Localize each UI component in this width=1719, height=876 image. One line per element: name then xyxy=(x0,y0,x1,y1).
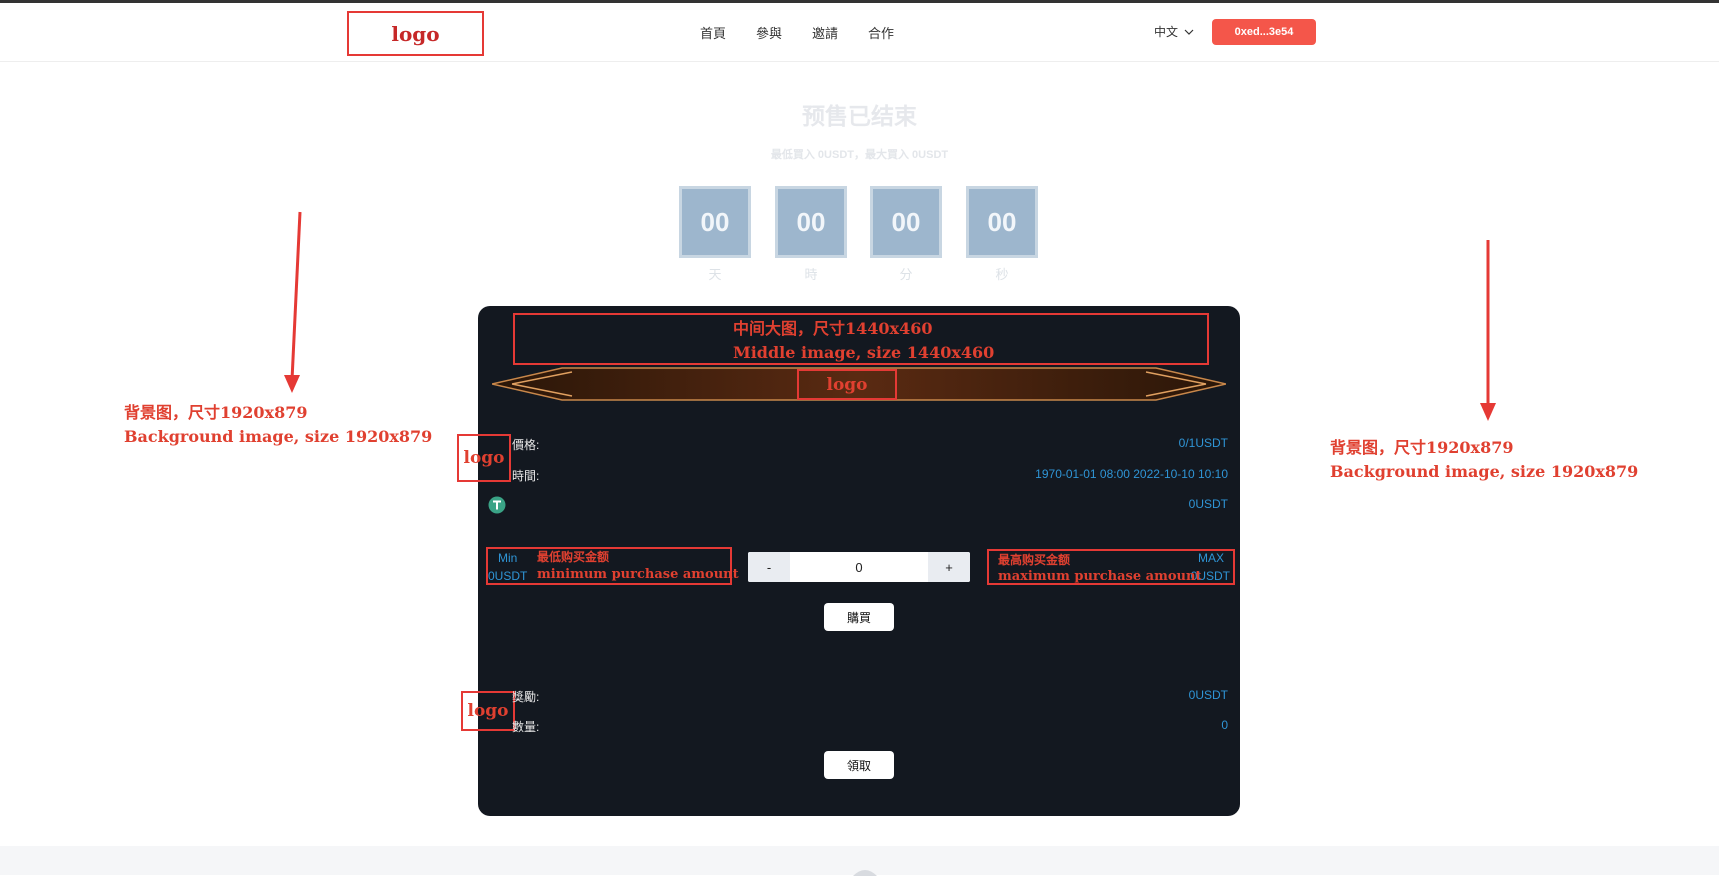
countdown-days: 00 xyxy=(679,186,751,258)
side-logo-2-label: logo xyxy=(467,701,509,721)
presale-title: 预售已结束 xyxy=(802,103,917,129)
annotation-bg-left-en: Background image, size 1920x879 xyxy=(124,427,433,446)
reward-label: 獎勵: xyxy=(512,690,540,704)
price-label: 價格: xyxy=(512,438,540,452)
annotation-bg-right-en: Background image, size 1920x879 xyxy=(1330,462,1639,481)
token-amount: 0USDT xyxy=(1188,497,1228,511)
annotation-bg-right-cn: 背景图，尺寸1920x879 xyxy=(1330,438,1514,457)
annotation-min-cn: 最低购买金额 xyxy=(537,550,610,564)
footer xyxy=(0,846,1719,876)
arrow-down-icon xyxy=(1480,240,1496,421)
time-label: 時間: xyxy=(512,469,540,483)
language-selector[interactable]: 中文 xyxy=(1154,23,1194,40)
usdt-token-icon xyxy=(488,496,506,514)
amount-input[interactable] xyxy=(790,552,928,582)
decrement-button[interactable]: - xyxy=(748,552,790,582)
claim-button[interactable]: 領取 xyxy=(824,751,894,779)
nav-home[interactable]: 首頁 xyxy=(700,23,726,42)
countdown-seconds: 00 xyxy=(966,186,1038,258)
min-value: 0USDT xyxy=(488,569,528,583)
price-value: 0/1USDT xyxy=(1178,436,1228,450)
annotation-min-en: minimum purchase amount xyxy=(537,567,739,582)
presale-subtitle: 最低買入 0USDT，最大買入 0USDT xyxy=(770,149,949,161)
countdown-days-label: 天 xyxy=(708,267,722,282)
annotation-max-cn: 最高购买金额 xyxy=(998,553,1071,567)
time-value: 1970-01-01 08:00 2022-10-10 10:10 xyxy=(1035,467,1228,481)
annotation-bg-left-cn: 背景图，尺寸1920x879 xyxy=(124,403,308,422)
annotation-middle-image: 中间大图，尺寸1440x460 Middle image, size 1440x… xyxy=(733,317,994,365)
annotation-bg-right: 背景图，尺寸1920x879 Background image, size 19… xyxy=(1330,436,1638,484)
side-logo-2: logo xyxy=(461,691,515,731)
annotation-bg-left: 背景图，尺寸1920x879 Background image, size 19… xyxy=(124,401,432,449)
main-nav: 首頁 參與 邀請 合作 xyxy=(700,23,894,42)
quantity-stepper: - + xyxy=(748,552,970,582)
buy-button[interactable]: 購買 xyxy=(824,603,894,631)
annotation-middle-cn: 中间大图，尺寸1440x460 xyxy=(733,319,933,338)
countdown-hours: 00 xyxy=(775,186,847,258)
chevron-down-icon xyxy=(1184,29,1194,35)
reward-value: 0USDT xyxy=(1188,688,1228,702)
banner-logo: logo xyxy=(797,369,897,400)
countdown-seconds-label: 秒 xyxy=(995,267,1009,282)
side-logo-1-label: logo xyxy=(463,448,505,468)
header: logo 首頁 參與 邀請 合作 中文 0xed...3e54 xyxy=(0,3,1719,62)
middle-image-placeholder: 中间大图，尺寸1440x460 Middle image, size 1440x… xyxy=(513,313,1209,365)
language-label: 中文 xyxy=(1154,25,1179,39)
countdown-hours-label: 時 xyxy=(804,267,818,282)
presale-panel: 中间大图，尺寸1440x460 Middle image, size 1440x… xyxy=(457,306,1240,816)
countdown-minutes: 00 xyxy=(870,186,942,258)
max-label: MAX xyxy=(1197,551,1224,565)
wallet-address-button[interactable]: 0xed...3e54 xyxy=(1212,19,1316,45)
quantity-label: 數量: xyxy=(512,720,540,734)
annotation-middle-en: Middle image, size 1440x460 xyxy=(733,343,995,362)
min-label: Min xyxy=(498,551,518,565)
header-logo[interactable]: logo xyxy=(347,11,484,56)
side-logo-1: logo xyxy=(457,434,511,482)
nav-participate[interactable]: 參與 xyxy=(756,23,782,42)
banner-logo-label: logo xyxy=(826,374,868,395)
arrow-down-icon xyxy=(284,211,302,393)
quantity-value: 0 xyxy=(1221,718,1228,732)
nav-cooperate[interactable]: 合作 xyxy=(868,23,894,42)
nav-invite[interactable]: 邀請 xyxy=(812,23,838,42)
increment-button[interactable]: + xyxy=(928,552,970,582)
countdown-minutes-label: 分 xyxy=(899,267,913,282)
annotation-max-en: maximum purchase amount xyxy=(998,569,1202,584)
